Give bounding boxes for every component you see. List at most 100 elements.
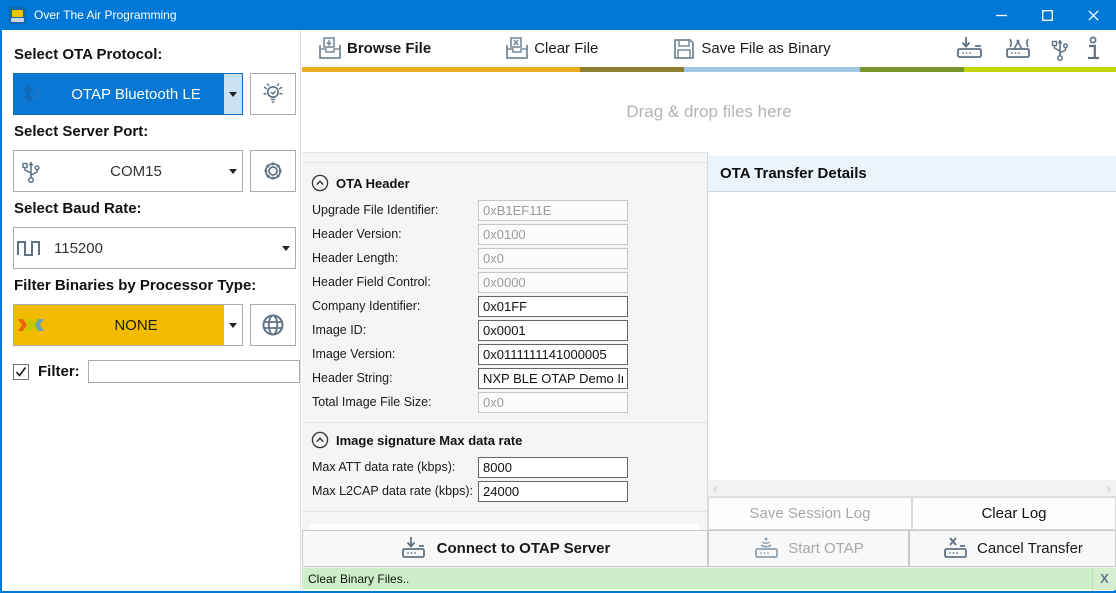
- window-body: Select OTA Protocol: OTAP Bluetooth LE: [0, 30, 1116, 593]
- transfer-details-title: OTA Transfer Details: [720, 165, 867, 182]
- port-select[interactable]: COM15: [13, 150, 243, 192]
- connect-otap-server-label: Connect to OTAP Server: [437, 540, 611, 557]
- check-icon: [15, 366, 27, 378]
- square-wave-icon: [14, 236, 48, 260]
- web-button[interactable]: [250, 304, 296, 346]
- bluetooth-icon: [14, 82, 48, 106]
- field-label: Image Version:: [312, 347, 478, 361]
- action-bar: Connect to OTAP Server Start OTAP: [302, 530, 1116, 567]
- company-identifier-input[interactable]: [478, 296, 628, 317]
- processor-select[interactable]: NONE: [13, 304, 243, 346]
- clear-file-label: Clear File: [534, 40, 598, 57]
- horizontal-scrollbar[interactable]: ‹ ›: [708, 480, 1116, 496]
- baud-value: 115200: [48, 240, 277, 257]
- max-l2cap-rate-input[interactable]: [478, 481, 628, 502]
- field-label: Header String:: [312, 371, 478, 385]
- ota-header-title: OTA Header: [336, 176, 410, 191]
- field-label: Max ATT data rate (kbps):: [312, 460, 478, 474]
- info-icon[interactable]: [1084, 34, 1102, 64]
- cancel-transfer-button[interactable]: Cancel Transfer: [909, 530, 1116, 567]
- header-field-control-input: [478, 272, 628, 293]
- field-image-version: Image Version:: [302, 342, 707, 366]
- connect-otap-server-button[interactable]: Connect to OTAP Server: [302, 530, 708, 567]
- scroll-left-icon[interactable]: ‹: [713, 482, 717, 495]
- port-settings-button[interactable]: [250, 150, 296, 192]
- chevron-down-icon[interactable]: [224, 74, 242, 114]
- device-download-icon[interactable]: [954, 34, 988, 64]
- minimize-button[interactable]: [978, 0, 1024, 30]
- browse-file-icon: [316, 35, 344, 63]
- field-label: Max L2CAP data rate (kbps):: [312, 484, 478, 498]
- protocol-label: Select OTA Protocol:: [14, 46, 300, 63]
- field-label: Image ID:: [312, 323, 478, 337]
- chevron-down-icon[interactable]: [224, 151, 242, 191]
- main-area: Browse File Clear File: [302, 30, 1116, 589]
- protocol-select[interactable]: OTAP Bluetooth LE: [13, 73, 243, 115]
- chevron-down-icon[interactable]: [277, 228, 295, 268]
- clear-file-button[interactable]: Clear File: [497, 30, 604, 67]
- field-label: Company Identifier:: [312, 299, 478, 313]
- minimize-icon: [996, 10, 1007, 21]
- nxp-logo-icon: [14, 315, 48, 335]
- transfer-log-area[interactable]: [708, 192, 1116, 480]
- chevron-up-circle-icon: [311, 174, 329, 192]
- collapse-signature-button[interactable]: [311, 431, 329, 449]
- field-header-string: Header String:: [302, 366, 707, 390]
- wireless-router-icon[interactable]: [1000, 34, 1036, 64]
- connect-icon: [400, 535, 430, 563]
- baud-select[interactable]: 115200: [13, 227, 296, 269]
- status-close-button[interactable]: X: [1092, 568, 1116, 590]
- clear-file-icon: [503, 35, 531, 63]
- signature-title: Image signature Max data rate: [336, 433, 522, 448]
- filter-input[interactable]: [88, 360, 300, 383]
- save-session-log-label: Save Session Log: [750, 505, 871, 522]
- field-upgrade-file-identifier: Upgrade File Identifier:: [302, 198, 707, 222]
- gear-icon: [259, 157, 287, 185]
- save-session-log-button: Save Session Log: [708, 497, 912, 530]
- upgrade-file-identifier-input: [478, 200, 628, 221]
- usb-device-icon[interactable]: [1048, 34, 1072, 64]
- image-id-input[interactable]: [478, 320, 628, 341]
- browse-file-button[interactable]: Browse File: [310, 30, 437, 67]
- collapse-ota-header-button[interactable]: [311, 174, 329, 192]
- cancel-transfer-icon: [942, 535, 970, 563]
- image-version-input[interactable]: [478, 344, 628, 365]
- maximize-button[interactable]: [1024, 0, 1070, 30]
- save-binary-label: Save File as Binary: [701, 40, 830, 57]
- field-label: Total Image File Size:: [312, 395, 478, 409]
- clear-log-button[interactable]: Clear Log: [912, 497, 1116, 530]
- cancel-transfer-label: Cancel Transfer: [977, 540, 1083, 557]
- filter-checkbox[interactable]: [13, 364, 29, 380]
- start-otap-label: Start OTAP: [788, 540, 864, 557]
- chevron-down-icon[interactable]: [224, 305, 242, 345]
- save-binary-button[interactable]: Save File as Binary: [664, 30, 836, 67]
- globe-icon: [259, 311, 287, 339]
- header-length-input: [478, 248, 628, 269]
- close-button[interactable]: [1070, 0, 1116, 30]
- field-label: Header Field Control:: [312, 275, 478, 289]
- scroll-right-icon[interactable]: ›: [1107, 482, 1111, 495]
- header-string-input[interactable]: [478, 368, 628, 389]
- field-label: Upgrade File Identifier:: [312, 203, 478, 217]
- lightbulb-icon: [259, 80, 287, 108]
- save-icon: [670, 35, 698, 63]
- usb-icon: [14, 157, 48, 185]
- drag-drop-zone[interactable]: Drag & drop files here: [302, 72, 1116, 152]
- processor-label: Filter Binaries by Processor Type:: [14, 277, 300, 294]
- start-otap-icon: [753, 535, 781, 563]
- ota-form-panel: OTA Header Upgrade File Identifier: Head…: [302, 152, 708, 530]
- field-total-image-file-size: Total Image File Size:: [302, 390, 707, 414]
- max-att-rate-input[interactable]: [478, 457, 628, 478]
- total-image-file-size-input: [478, 392, 628, 413]
- status-bar: Clear Binary Files.. X: [302, 567, 1116, 589]
- hint-button[interactable]: [250, 73, 296, 115]
- field-label: Header Length:: [312, 251, 478, 265]
- header-version-input: [478, 224, 628, 245]
- close-icon: [1088, 10, 1099, 21]
- browse-file-label: Browse File: [347, 40, 431, 57]
- field-company-identifier: Company Identifier:: [302, 294, 707, 318]
- transfer-details-header: OTA Transfer Details: [708, 156, 1116, 192]
- processor-value: NONE: [48, 317, 224, 334]
- sidebar: Select OTA Protocol: OTAP Bluetooth LE: [2, 30, 301, 589]
- field-image-id: Image ID:: [302, 318, 707, 342]
